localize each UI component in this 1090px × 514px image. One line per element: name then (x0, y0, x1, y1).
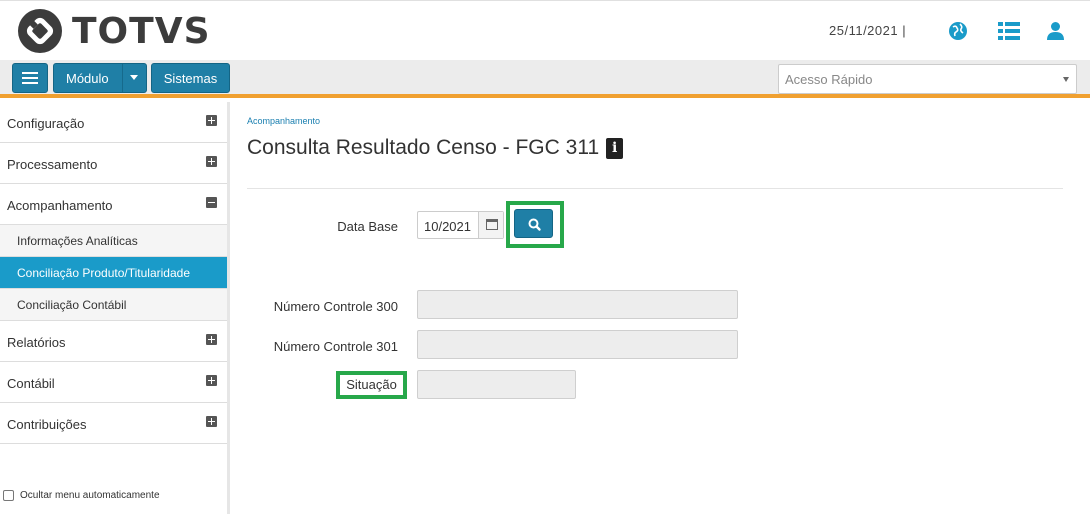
modulo-separator (122, 64, 123, 92)
sidebar-item-label: Configuração (7, 116, 85, 131)
numero-controle-300-label: Número Controle 300 (273, 299, 398, 314)
expand-plus-icon[interactable] (206, 375, 217, 386)
sidebar-subitem-informacoes-analiticas[interactable]: Informações Analíticas (0, 225, 227, 257)
modulo-label: Módulo (66, 70, 109, 86)
modulo-dropdown-button[interactable]: Módulo (53, 63, 147, 93)
menu-toggle-button[interactable] (12, 63, 48, 93)
sidebar-item-label: Processamento (7, 157, 98, 172)
sidebar-subitem-conciliacao-produto[interactable]: Conciliação Produto/Titularidade (0, 257, 227, 289)
sidebar-subitem-conciliacao-contabil[interactable]: Conciliação Contábil (0, 289, 227, 321)
sidebar-menu: Configuração Processamento Acompanhament… (0, 102, 230, 514)
expand-plus-icon[interactable] (206, 416, 217, 427)
sidebar-item-configuracao[interactable]: Configuração (0, 102, 227, 143)
sidebar-item-processamento[interactable]: Processamento (0, 143, 227, 184)
sidebar-item-label: Contábil (7, 376, 55, 391)
numero-controle-301-label: Número Controle 301 (273, 339, 398, 354)
hide-menu-option[interactable]: Ocultar menu automaticamente (3, 490, 160, 501)
sidebar-subitem-label: Conciliação Contábil (17, 298, 127, 312)
sidebar-item-label: Acompanhamento (7, 198, 113, 213)
situacao-label-highlight: Situação (336, 371, 407, 399)
sistemas-label: Sistemas (163, 70, 218, 86)
breadcrumb[interactable]: Acompanhamento (247, 116, 320, 126)
search-button[interactable] (514, 209, 553, 238)
totvs-logo-icon (18, 9, 62, 53)
sidebar-item-contribuicoes[interactable]: Contribuições (0, 403, 227, 444)
caret-down-icon[interactable] (130, 75, 138, 80)
globe-icon[interactable] (948, 21, 968, 41)
calendar-button[interactable] (478, 212, 503, 238)
app-header: TOTVS 25/11/2021 | (0, 0, 1090, 60)
hide-menu-label: Ocultar menu automaticamente (20, 490, 160, 501)
quick-access-select[interactable]: Acesso Rápido (778, 64, 1077, 94)
search-icon (528, 218, 541, 231)
chevron-down-icon (1063, 77, 1069, 82)
quick-access-placeholder: Acesso Rápido (785, 72, 873, 87)
expand-plus-icon[interactable] (206, 115, 217, 126)
situacao-field (417, 370, 576, 399)
totvs-logo[interactable]: TOTVS (16, 6, 211, 56)
list-icon[interactable] (998, 21, 1020, 41)
expand-plus-icon[interactable] (206, 156, 217, 167)
numero-controle-300-field (417, 290, 738, 319)
data-base-input[interactable]: 10/2021 (417, 211, 504, 239)
expand-plus-icon[interactable] (206, 334, 217, 345)
brand-name: TOTVS (72, 10, 211, 52)
sidebar-item-contabil[interactable]: Contábil (0, 362, 227, 403)
data-base-label: Data Base (337, 219, 398, 234)
page-title: Consulta Resultado Censo - FGC 311 i (247, 136, 624, 160)
sidebar-item-relatorios[interactable]: Relatórios (0, 321, 227, 362)
sistemas-button[interactable]: Sistemas (151, 63, 230, 93)
info-icon[interactable]: i (606, 137, 624, 159)
collapse-minus-icon[interactable] (206, 197, 217, 208)
hamburger-icon (22, 72, 38, 84)
sidebar-item-label: Relatórios (7, 335, 66, 350)
main-content: Acompanhamento Consulta Resultado Censo … (233, 102, 1090, 514)
divider (247, 188, 1063, 189)
user-icon[interactable] (1047, 21, 1064, 41)
page-title-text: Consulta Resultado Censo - FGC 311 (247, 136, 600, 159)
numero-controle-301-field (417, 330, 738, 359)
search-highlight (506, 201, 564, 248)
situacao-label: Situação (346, 377, 397, 392)
hide-menu-checkbox[interactable] (3, 490, 14, 501)
current-date: 25/11/2021 | (829, 23, 907, 38)
data-base-value: 10/2021 (424, 219, 471, 234)
sidebar-subitem-label: Conciliação Produto/Titularidade (17, 266, 190, 280)
main-toolbar: Módulo Sistemas Acesso Rápido (0, 60, 1090, 98)
sidebar-item-acompanhamento[interactable]: Acompanhamento (0, 184, 227, 225)
sidebar-subitem-label: Informações Analíticas (17, 234, 138, 248)
sidebar-item-label: Contribuições (7, 417, 87, 432)
calendar-icon (486, 219, 498, 230)
